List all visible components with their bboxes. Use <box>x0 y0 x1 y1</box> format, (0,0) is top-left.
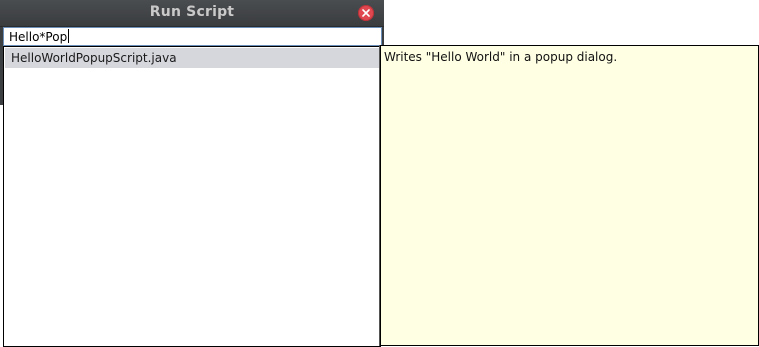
search-input[interactable]: Hello*Pop <box>9 29 70 44</box>
list-item-selected[interactable]: HelloWorldPopupScript.java <box>5 48 380 68</box>
results-list[interactable]: HelloWorldPopupScript.java <box>3 46 381 347</box>
list-item-label: HelloWorldPopupScript.java <box>11 51 177 65</box>
window-title: Run Script <box>149 4 235 20</box>
title-bar[interactable]: Run Script <box>0 0 384 27</box>
description-text: Writes "Hello World" in a popup dialog. <box>384 50 618 64</box>
close-icon <box>362 9 370 17</box>
text-caret <box>68 29 70 43</box>
screen: Run Script Hello*Pop HelloWorldPopupScri… <box>0 0 759 347</box>
search-input-value: Hello*Pop <box>9 30 68 44</box>
search-field[interactable]: Hello*Pop <box>3 27 382 46</box>
close-button[interactable] <box>358 5 374 21</box>
description-tooltip: Writes "Hello World" in a popup dialog. <box>380 45 759 346</box>
